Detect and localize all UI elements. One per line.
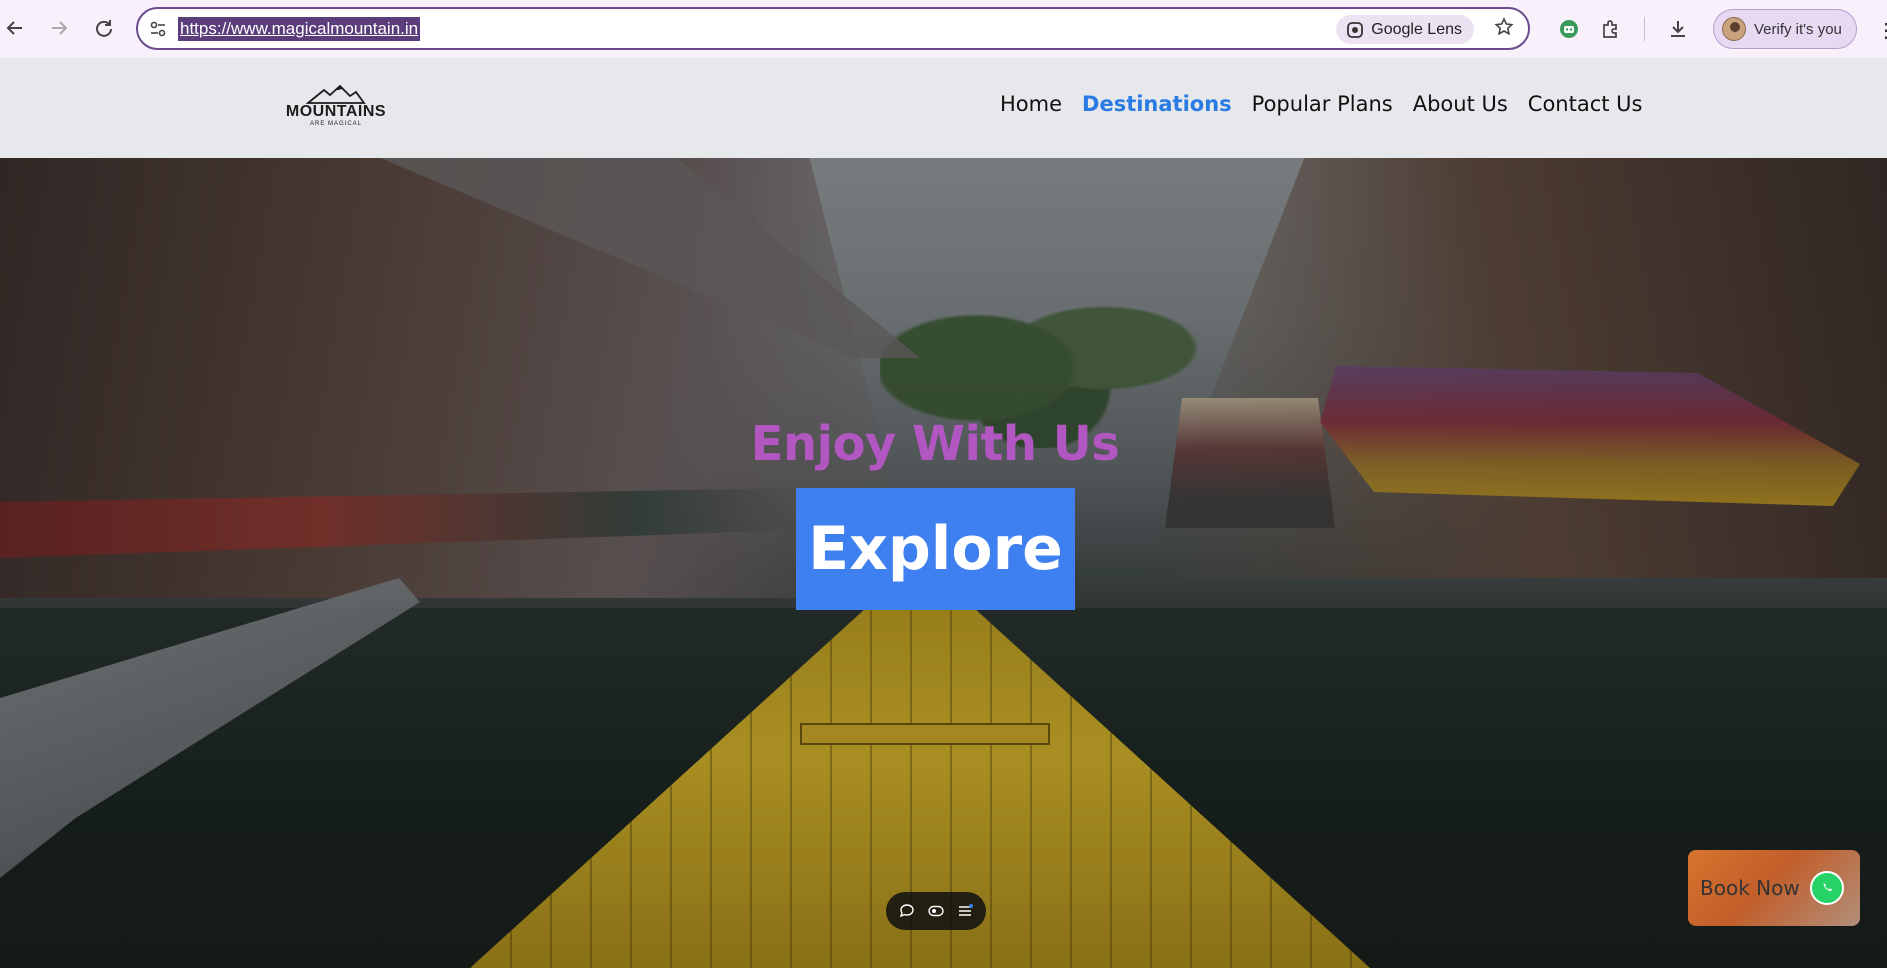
google-lens-button[interactable]: Google Lens [1336, 15, 1474, 44]
mountain-logo-icon [306, 84, 366, 104]
site-logo[interactable]: MOUNTAINS ARE MAGICAL [284, 84, 388, 128]
browser-menu-icon[interactable]: ⋮ [1876, 18, 1887, 43]
address-bar[interactable]: https://www.magicalmountain.in Google Le… [136, 7, 1530, 50]
site-header: MOUNTAINS ARE MAGICAL Home Destinations … [0, 58, 1887, 158]
hero-section: Enjoy With Us Explore Book Now [0, 158, 1887, 968]
extension-robot-icon[interactable] [1548, 10, 1590, 48]
nav-contact-us[interactable]: Contact Us [1528, 92, 1643, 116]
explore-button[interactable]: Explore [796, 488, 1075, 610]
back-button[interactable] [0, 13, 30, 43]
avatar [1722, 17, 1746, 41]
logo-title: MOUNTAINS [285, 103, 387, 120]
logo-subtitle: ARE MAGICAL [309, 121, 362, 127]
nav-destinations[interactable]: Destinations [1082, 92, 1232, 116]
toolbar-divider [1644, 17, 1645, 41]
google-lens-label: Google Lens [1371, 20, 1462, 38]
reload-button[interactable] [89, 13, 119, 43]
back-arrow-icon [6, 21, 22, 35]
forward-arrow-icon [52, 21, 68, 35]
reload-icon [96, 20, 112, 37]
lens-icon [1347, 21, 1364, 38]
url-text[interactable]: https://www.magicalmountain.in [178, 16, 421, 41]
chat-bubble-icon[interactable] [899, 903, 915, 919]
main-nav: Home Destinations Popular Plans About Us… [1000, 92, 1663, 116]
site-info-icon[interactable] [138, 20, 178, 38]
whatsapp-icon [1809, 871, 1844, 905]
video-controls [886, 892, 986, 930]
book-now-button[interactable]: Book Now [1688, 850, 1860, 926]
nav-home[interactable]: Home [1000, 92, 1062, 116]
nav-popular-plans[interactable]: Popular Plans [1252, 92, 1393, 116]
forward-button[interactable] [44, 13, 74, 43]
profile-verify-label: Verify it's you [1754, 20, 1842, 38]
book-now-label: Book Now [1700, 876, 1800, 900]
download-icon[interactable] [1657, 10, 1699, 48]
bookmark-star-icon[interactable] [1494, 17, 1514, 42]
nav-about-us[interactable]: About Us [1413, 92, 1508, 116]
extensions-puzzle-icon[interactable] [1590, 10, 1632, 48]
profile-verify-button[interactable]: Verify it's you [1713, 9, 1857, 49]
browser-toolbar: https://www.magicalmountain.in Google Le… [0, 0, 1887, 58]
eye-toggle-icon[interactable] [928, 903, 944, 919]
menu-list-icon[interactable] [957, 903, 973, 919]
toolbar-right: Verify it's you [1548, 9, 1857, 49]
hero-subtitle: Enjoy With Us [750, 416, 1120, 472]
